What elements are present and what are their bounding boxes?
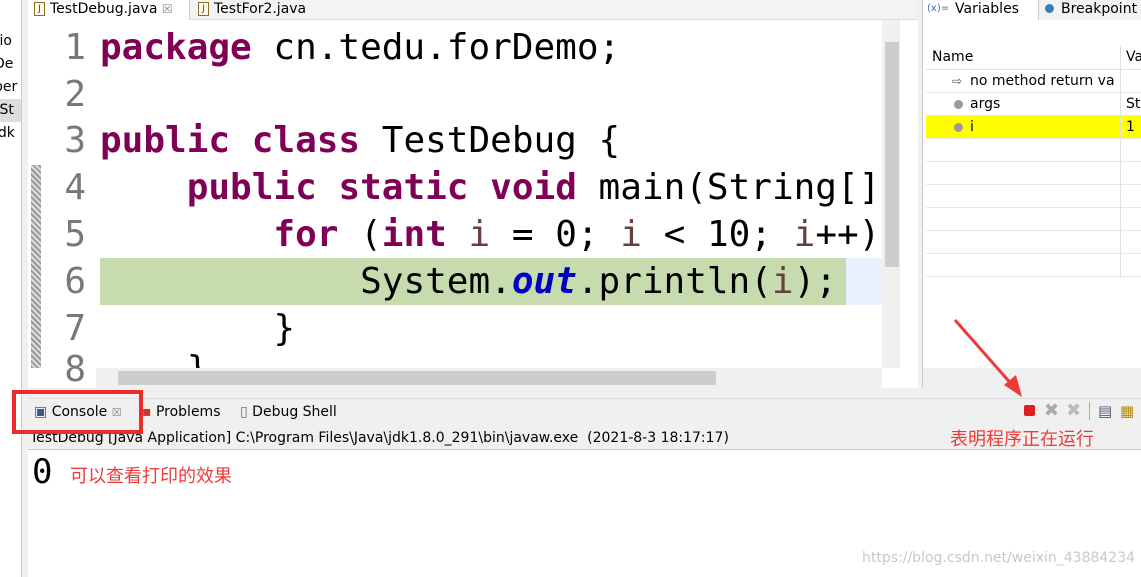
scroll-lock-icon[interactable]: ▦ (1120, 402, 1134, 420)
tree-item[interactable]: (St (0, 99, 21, 122)
scroll-thumb[interactable] (885, 42, 899, 267)
variables-icon: (x)= (927, 3, 950, 14)
column-name[interactable]: Name (932, 49, 973, 65)
scroll-thumb[interactable] (118, 371, 716, 385)
table-row-empty (926, 185, 1141, 208)
annotation-arrow (953, 319, 1022, 397)
table-row[interactable]: args St (926, 93, 1141, 116)
code-line: 1 package cn.tedu.forDemo; (28, 24, 882, 71)
annotation-running: 表明程序正在运行 (950, 429, 1094, 450)
vertical-scrollbar[interactable] (882, 20, 900, 368)
tab-breakpoints[interactable]: Breakpoint (1041, 0, 1137, 20)
line-number: 3 (64, 120, 86, 161)
tree-item[interactable]: jdk (0, 122, 21, 145)
line-number: 8 (64, 349, 86, 388)
table-row-empty (926, 254, 1141, 277)
code-line: 7 } (28, 305, 882, 352)
local-variable-icon (954, 100, 963, 109)
annotation-box (12, 390, 143, 434)
code-line-current: 6 System.out.println(i); (28, 258, 882, 305)
table-row-empty (926, 162, 1141, 185)
table-row-empty (926, 208, 1141, 231)
line-number: 1 (64, 27, 86, 68)
package-explorer-strip: tio De per (St jdk (0, 0, 22, 577)
tree-item[interactable]: per (0, 76, 21, 99)
table-row-selected[interactable]: i1 (926, 116, 1141, 139)
code-line: 3 public class TestDebug { (28, 117, 882, 164)
java-file-icon: J (198, 2, 209, 16)
tab-debug-shell[interactable]: ▯ Debug Shell (240, 404, 337, 420)
local-variable-icon (954, 123, 963, 132)
table-row-empty (926, 231, 1141, 254)
tab-testfor2[interactable]: J TestFor2.java (192, 0, 306, 20)
table-row-empty (926, 139, 1141, 162)
editor-tabbar: J TestDebug.java ☒ J TestFor2.java (28, 0, 918, 20)
watermark: https://blog.csdn.net/weixin_43884234 (862, 550, 1136, 566)
tab-problems[interactable]: ▪ Problems (142, 404, 220, 420)
breakpoints-icon (1045, 4, 1054, 13)
table-row[interactable]: ⇨ no method return va (926, 70, 1141, 93)
line-number: 6 (64, 261, 86, 302)
line-number: 7 (64, 308, 86, 349)
column-divider (1120, 46, 1121, 278)
tree-item[interactable]: tio (0, 30, 21, 53)
close-icon[interactable]: ☒ (162, 2, 173, 16)
column-value[interactable]: Va (1126, 49, 1141, 65)
tree-item[interactable]: De (0, 53, 21, 76)
line-number: 5 (64, 214, 86, 255)
remove-launch-button[interactable]: ✖ (1044, 400, 1059, 421)
code-line: 4 public static void main(String[] (28, 164, 882, 211)
line-number: 2 (64, 74, 86, 115)
table-header: Name Va (926, 46, 1141, 70)
console-output-text: 0 (32, 452, 53, 492)
terminate-button[interactable] (1024, 405, 1035, 416)
toolbar-divider (1089, 402, 1090, 420)
clear-console-icon[interactable]: ▤ (1098, 402, 1112, 420)
tab-testdebug[interactable]: J TestDebug.java ☒ (28, 0, 190, 20)
code-editor[interactable]: 1 package cn.tedu.forDemo; 2 3 public clas… (28, 20, 918, 388)
remove-all-button[interactable]: ✖ (1066, 400, 1081, 421)
code-line: 5 for (int i = 0; i < 10; i++) (28, 211, 882, 258)
problems-icon: ▪ (142, 404, 152, 420)
annotation-output: 可以查看打印的效果 (70, 466, 232, 487)
horizontal-scrollbar[interactable] (96, 368, 882, 388)
code-line: 2 (28, 71, 882, 118)
return-icon: ⇨ (952, 74, 963, 88)
java-file-icon: J (34, 2, 45, 16)
debug-shell-icon: ▯ (240, 404, 248, 420)
tab-variables[interactable]: (x)= Variables (923, 0, 1039, 20)
view-tabbar: (x)= Variables Breakpoint (923, 0, 1141, 20)
line-number: 4 (64, 167, 86, 208)
